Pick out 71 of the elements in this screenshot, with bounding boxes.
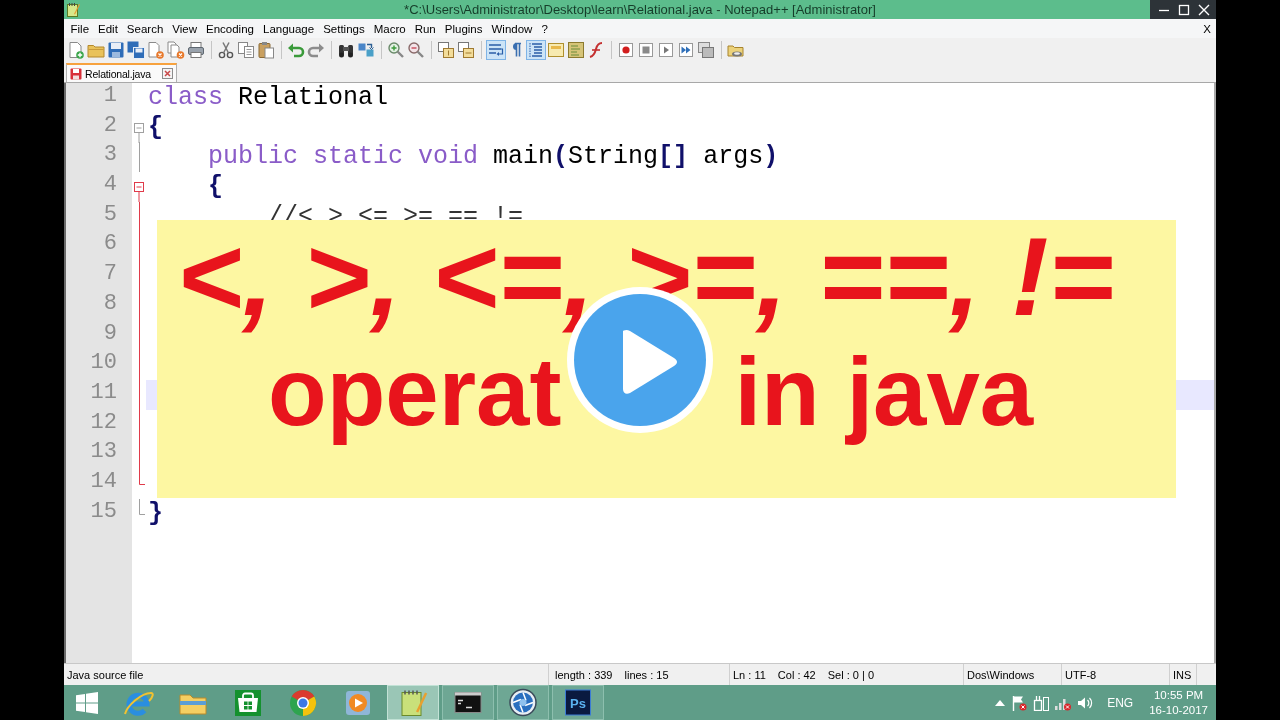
line-number: 2	[102, 112, 118, 140]
line-number: 11	[89, 379, 118, 407]
windows-horizontal-line-icon[interactable]	[456, 39, 476, 60]
status-text: Ln : 11	[733, 668, 766, 681]
file-close-icon[interactable]	[146, 39, 166, 60]
app-icon	[67, 2, 80, 17]
line-number: 10	[89, 350, 118, 378]
printer-icon[interactable]	[186, 39, 206, 60]
banner-subtitle: in java	[734, 340, 1034, 444]
overlapping-windows-icon[interactable]	[696, 39, 716, 60]
copy-icon[interactable]	[236, 39, 256, 60]
status-text: UTF-8	[1065, 668, 1097, 681]
menu-item[interactable]: Search	[122, 22, 168, 35]
line-number: 9	[102, 320, 118, 348]
status-text: Col : 42	[777, 668, 816, 681]
line-number: 7	[102, 261, 118, 289]
menu-item[interactable]: View	[167, 22, 202, 35]
line-number: 1	[102, 83, 118, 110]
clipboard-icon[interactable]	[256, 39, 276, 60]
terminal-icon[interactable]	[441, 685, 494, 720]
scissors-icon[interactable]	[216, 39, 236, 60]
menu-item[interactable]: File	[66, 22, 94, 35]
menu-item[interactable]: Edit	[93, 22, 123, 35]
aperture-icon[interactable]	[496, 685, 549, 720]
line-number: 3	[102, 142, 118, 170]
menu-item[interactable]: Run	[410, 22, 441, 35]
close-document-button[interactable]: X	[1198, 22, 1216, 35]
status-text: INS	[1173, 668, 1192, 681]
ps-logo-icon[interactable]: Ps	[551, 685, 604, 720]
code-line: public static void main(String[] args)	[207, 142, 780, 173]
window-title: *C:\Users\Administrator\Desktop\learn\Relational.java - Notepad++ [Administrator]	[404, 2, 876, 17]
line-number: 4	[102, 172, 118, 200]
line-number: 6	[102, 231, 118, 259]
windows-vertical-line-icon[interactable]	[436, 39, 456, 60]
document-lines-icon[interactable]	[566, 39, 586, 60]
menu-item[interactable]: Encoding	[201, 22, 259, 35]
line-number: 13	[89, 439, 118, 467]
zoom-in-icon[interactable]	[386, 39, 406, 60]
chevron-up-icon[interactable]	[995, 699, 1006, 706]
menu-item[interactable]: Language	[258, 22, 319, 35]
floppy-disks-icon[interactable]	[126, 39, 146, 60]
battery-icon[interactable]	[1033, 694, 1050, 711]
list-icon[interactable]	[526, 39, 546, 60]
line-number: 15	[89, 498, 118, 526]
flag-icon[interactable]	[1011, 694, 1028, 711]
zoom-out-icon[interactable]	[406, 39, 426, 60]
menu-item[interactable]: ?	[536, 22, 553, 35]
line-number: 14	[89, 468, 118, 496]
status-text: Sel : 0 | 0	[827, 668, 875, 681]
banner-subtitle: operat	[268, 340, 562, 444]
word-wrap-icon[interactable]	[486, 39, 506, 60]
code-line: {	[207, 172, 224, 202]
code-line: }	[147, 498, 164, 529]
line-number: 12	[89, 409, 118, 437]
menu-item[interactable]: Macro	[369, 22, 411, 35]
status-text: length : 339	[555, 668, 613, 681]
start-button[interactable]	[76, 691, 98, 714]
new-file-icon[interactable]	[66, 39, 86, 60]
status-text: Dos\Windows	[967, 668, 1035, 681]
close-icon[interactable]	[161, 68, 173, 79]
status-text: Java source file	[67, 668, 144, 681]
menu-item[interactable]: Window	[487, 22, 537, 35]
menu-item[interactable]: Settings	[318, 22, 370, 35]
status-text: lines : 15	[624, 668, 669, 681]
code-line: class Relational	[147, 83, 390, 113]
code-line: {	[147, 112, 164, 143]
menu-item[interactable]: Plugins	[440, 22, 487, 35]
line-number: 8	[102, 290, 118, 318]
line-number: 5	[102, 201, 118, 229]
files-close-icon[interactable]	[166, 39, 186, 60]
tab[interactable]: Relational.java	[66, 63, 177, 82]
